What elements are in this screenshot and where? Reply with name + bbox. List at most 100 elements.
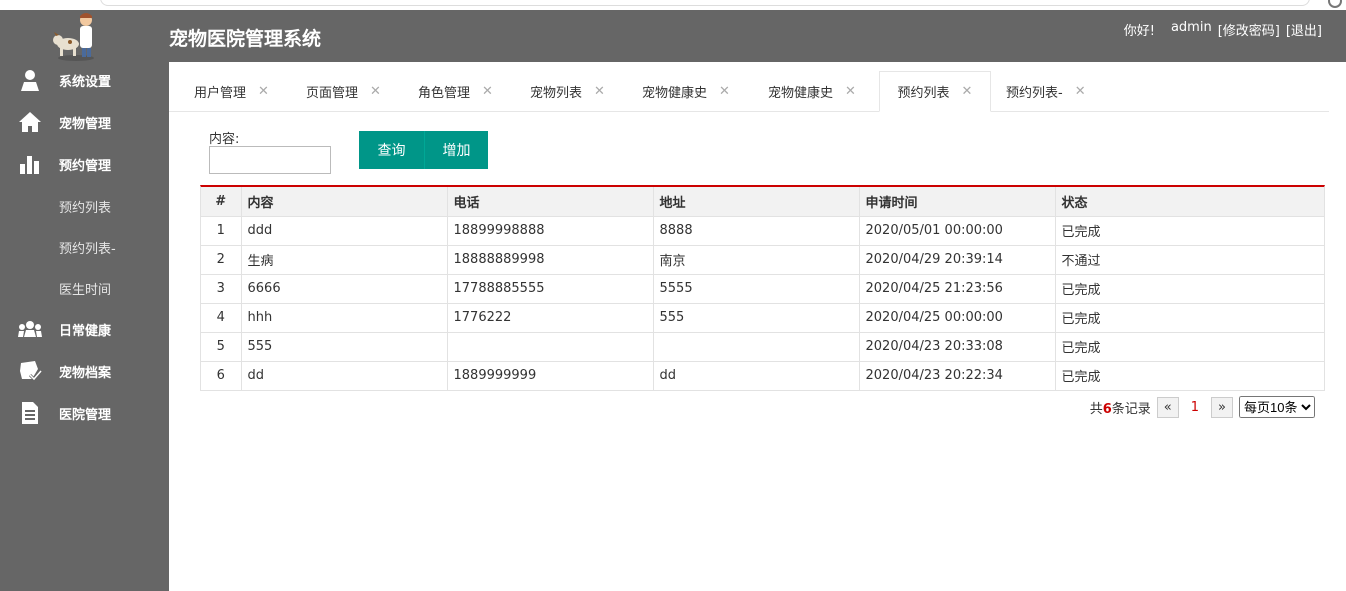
column-header: 电话 bbox=[447, 187, 654, 217]
vet-logo-icon bbox=[48, 10, 104, 62]
sidebar-item-label: 系统设置 bbox=[59, 74, 112, 90]
sidebar-item-label: 预约列表- bbox=[59, 241, 116, 257]
table-cell: 不通过 bbox=[1055, 245, 1324, 275]
sidebar-item-pet-archive[interactable]: 宠物档案 bbox=[0, 351, 169, 391]
search-label: 内容: bbox=[209, 132, 240, 147]
current-page[interactable]: 1 bbox=[1185, 400, 1205, 415]
page-size-select[interactable]: 每页10条 bbox=[1239, 396, 1315, 418]
table-cell: dd bbox=[241, 361, 448, 390]
bar-chart-icon bbox=[18, 152, 42, 176]
column-header: # bbox=[201, 187, 242, 217]
tab-label: 用户管理 bbox=[194, 86, 247, 101]
tab-pet-health-history-2[interactable]: 宠物健康史 ✕ bbox=[768, 71, 856, 112]
table-row[interactable]: 5 555 2020/04/23 20:33:08 已完成 bbox=[201, 332, 1324, 362]
close-icon[interactable]: ✕ bbox=[594, 84, 605, 99]
table-cell: 1 bbox=[201, 216, 242, 246]
sidebar-item-system-settings[interactable]: 系统设置 bbox=[0, 60, 169, 100]
users-icon bbox=[18, 317, 42, 341]
browser-profile-icon bbox=[1328, 0, 1342, 8]
table-cell: 2020/04/23 20:33:08 bbox=[859, 332, 1056, 362]
table-cell: 8888 bbox=[653, 216, 860, 246]
column-header: 申请时间 bbox=[859, 187, 1056, 217]
table-cell: 3 bbox=[201, 274, 242, 304]
table-cell: 17788885555 bbox=[447, 274, 654, 304]
table-cell: 6666 bbox=[241, 274, 448, 304]
sidebar-item-label: 日常健康 bbox=[59, 323, 112, 339]
query-button[interactable]: 查询 bbox=[359, 131, 424, 169]
user-info: 你好! admin [修改密码] [退出] bbox=[1124, 20, 1322, 39]
close-icon[interactable]: ✕ bbox=[1075, 84, 1086, 99]
sidebar-subitem-doctor-time[interactable]: 医生时间 bbox=[0, 268, 169, 308]
user-icon bbox=[18, 68, 42, 92]
page-title: 宠物医院管理系统 bbox=[169, 28, 322, 50]
home-icon bbox=[18, 110, 42, 134]
document-icon bbox=[18, 401, 42, 425]
close-icon[interactable]: ✕ bbox=[482, 84, 493, 99]
sidebar-item-label: 预约管理 bbox=[59, 158, 112, 174]
table-cell: 已完成 bbox=[1061, 370, 1101, 386]
table-cell: 南京 bbox=[653, 245, 860, 275]
sidebar-item-pet-management[interactable]: 宠物管理 bbox=[0, 102, 169, 142]
close-icon[interactable]: ✕ bbox=[258, 84, 269, 99]
close-icon[interactable]: ✕ bbox=[962, 84, 973, 99]
tab-label: 预约列表 bbox=[897, 86, 950, 101]
sidebar-subitem-appointment-list[interactable]: 预约列表 bbox=[0, 186, 169, 226]
table-cell: 555 bbox=[241, 332, 448, 362]
sidebar-subitem-appointment-list-2[interactable]: 预约列表- bbox=[0, 227, 169, 267]
prev-page-button[interactable]: « bbox=[1156, 396, 1179, 418]
change-password-link[interactable]: [修改密码] bbox=[1218, 20, 1280, 39]
table-cell: 18899998888 bbox=[447, 216, 654, 246]
table-row[interactable]: 4 hhh 1776222 555 2020/04/25 00:00:00 已完… bbox=[201, 303, 1324, 333]
sidebar-item-label: 医院管理 bbox=[59, 407, 112, 423]
table-row[interactable]: 1 ddd 18899998888 8888 2020/05/01 00:00:… bbox=[201, 216, 1324, 246]
table-row[interactable]: 3 6666 17788885555 5555 2020/04/25 21:23… bbox=[201, 274, 1324, 304]
column-header: 地址 bbox=[653, 187, 860, 217]
table-cell: 18888889998 bbox=[447, 245, 654, 275]
table-row[interactable]: 6 dd 1889999999 dd 2020/04/23 20:22:34 已… bbox=[201, 361, 1324, 390]
sidebar-item-label: 宠物管理 bbox=[59, 116, 112, 132]
table-cell: hhh bbox=[241, 303, 448, 333]
username: admin bbox=[1170, 20, 1212, 35]
add-button[interactable]: 增加 bbox=[424, 131, 488, 169]
table-cell: 5 bbox=[201, 332, 242, 362]
table-cell: 已完成 bbox=[1055, 216, 1324, 246]
table-cell: 已完成 bbox=[1055, 303, 1324, 333]
tab-pet-list[interactable]: 宠物列表 ✕ bbox=[530, 71, 605, 112]
table-cell: dd bbox=[653, 361, 860, 390]
close-icon[interactable]: ✕ bbox=[719, 84, 730, 99]
table-cell bbox=[447, 332, 654, 362]
tab-label: 宠物健康史 bbox=[768, 86, 834, 101]
logout-link[interactable]: [退出] bbox=[1286, 20, 1322, 39]
sidebar-item-daily-health[interactable]: 日常健康 bbox=[0, 309, 169, 349]
tab-label: 宠物列表 bbox=[530, 86, 583, 101]
record-count-suffix: 条记录 bbox=[1111, 401, 1151, 417]
column-header: 状态 bbox=[1055, 187, 1324, 217]
tab-page-management[interactable]: 页面管理 ✕ bbox=[306, 71, 381, 112]
table-row[interactable]: 2 生病 18888889998 南京 2020/04/29 20:39:14 … bbox=[201, 245, 1324, 275]
search-input[interactable] bbox=[209, 146, 331, 174]
pagination: 共6条记录 « 1 » 每页10条 bbox=[1090, 396, 1315, 418]
table-cell: 2020/04/25 00:00:00 bbox=[859, 303, 1056, 333]
table-cell: 555 bbox=[653, 303, 860, 333]
record-count-prefix: 共 bbox=[1089, 401, 1103, 417]
table-cell: 2020/04/23 20:22:34 bbox=[859, 361, 1056, 390]
sidebar-item-appointment-management[interactable]: 预约管理 bbox=[0, 144, 169, 184]
table-cell: 6 bbox=[201, 361, 242, 390]
table-cell: ddd bbox=[241, 216, 448, 246]
close-icon[interactable]: ✕ bbox=[370, 84, 381, 99]
table-cell: 已完成 bbox=[1055, 274, 1324, 304]
table-header-row: # 内容 电话 地址 申请时间 状态 bbox=[201, 187, 1324, 217]
tab-user-management[interactable]: 用户管理 ✕ bbox=[194, 71, 269, 112]
next-page-button[interactable]: » bbox=[1211, 396, 1233, 418]
tab-appointment-list-2[interactable]: 预约列表- ✕ bbox=[1006, 71, 1086, 112]
tab-appointment-list[interactable]: 预约列表 ✕ bbox=[879, 71, 991, 112]
table-cell: 5555 bbox=[653, 274, 860, 304]
tab-pet-health-history[interactable]: 宠物健康史 ✕ bbox=[642, 71, 730, 112]
tab-label: 角色管理 bbox=[418, 86, 471, 101]
sidebar-item-label: 预约列表 bbox=[59, 200, 112, 216]
tab-role-management[interactable]: 角色管理 ✕ bbox=[418, 71, 493, 112]
close-icon[interactable]: ✕ bbox=[845, 84, 856, 99]
column-header: 内容 bbox=[241, 187, 448, 217]
sidebar-item-label: 宠物档案 bbox=[59, 365, 112, 381]
sidebar-item-hospital-management[interactable]: 医院管理 bbox=[0, 393, 169, 433]
